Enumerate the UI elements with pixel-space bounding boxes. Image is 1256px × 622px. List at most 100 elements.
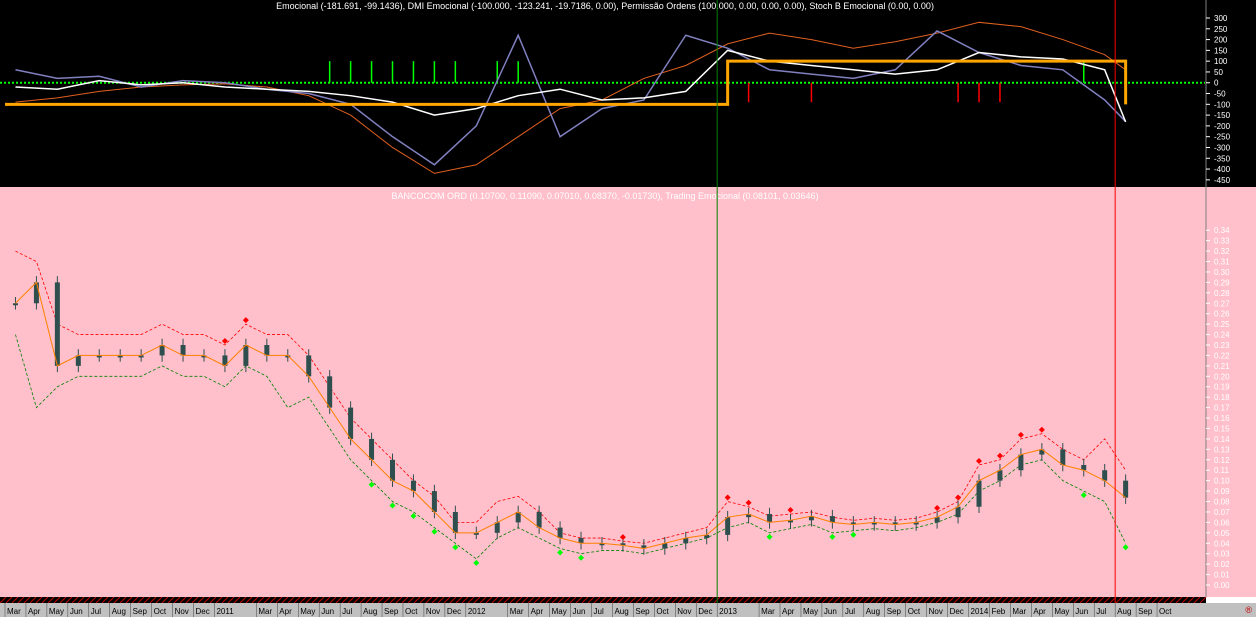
y-tick-label: 0.08 bbox=[1214, 498, 1230, 507]
x-tick-label: Aug bbox=[1117, 607, 1131, 616]
candle-body bbox=[180, 345, 186, 356]
y-tick-label: -300 bbox=[1214, 143, 1231, 152]
x-tick-label: Feb bbox=[991, 607, 1005, 616]
candle-body bbox=[75, 355, 81, 366]
buy-marker bbox=[431, 528, 438, 535]
x-tick-label: Apr bbox=[279, 607, 292, 616]
y-tick-label: 0.31 bbox=[1214, 258, 1230, 267]
y-tick-label: 0.20 bbox=[1214, 372, 1230, 381]
x-tick-label: Oct bbox=[908, 607, 921, 616]
y-tick-label: 0.24 bbox=[1214, 331, 1230, 340]
candle-body bbox=[33, 282, 39, 304]
y-tick-label: 0.21 bbox=[1214, 362, 1230, 371]
y-tick-label: 250 bbox=[1214, 25, 1228, 34]
x-tick-label: May bbox=[49, 607, 64, 616]
y-tick-label: 0.13 bbox=[1214, 445, 1230, 454]
x-tick-label: Apr bbox=[28, 607, 41, 616]
x-tick-label: Sep bbox=[635, 607, 650, 616]
candle-body bbox=[452, 511, 458, 533]
x-tick-label: Sep bbox=[1138, 607, 1153, 616]
x-tick-label: Dec bbox=[447, 607, 461, 616]
candle-body bbox=[159, 345, 165, 356]
buy-marker bbox=[578, 554, 585, 561]
lower-panel-title: BANCOCOM ORD (0.10700, 0.11090, 0.07010,… bbox=[391, 191, 819, 201]
buy-marker bbox=[368, 481, 375, 488]
candle-body bbox=[264, 345, 270, 356]
x-tick-label: Nov bbox=[929, 607, 943, 616]
y-tick-label: 0.11 bbox=[1214, 466, 1230, 475]
x-tick-label: Nov bbox=[677, 607, 691, 616]
x-tick-label: Aug bbox=[363, 607, 377, 616]
x-tick-label: Jul bbox=[1096, 607, 1106, 616]
x-tick-label: Jul bbox=[594, 607, 604, 616]
candle-body bbox=[410, 480, 416, 492]
x-tick-label: Jun bbox=[573, 607, 586, 616]
sell-marker bbox=[724, 494, 731, 501]
y-tick-label: 0.28 bbox=[1214, 289, 1230, 298]
buy-marker bbox=[473, 559, 480, 566]
candle-body bbox=[431, 491, 437, 512]
x-tick-label: 2014 bbox=[971, 607, 989, 616]
upper-panel-title: Emocional (-181.691, -99.1436), DMI Emoc… bbox=[276, 1, 934, 11]
y-tick-label: 0.00 bbox=[1214, 581, 1230, 590]
y-tick-label: 0.07 bbox=[1214, 508, 1230, 517]
y-tick-label: -450 bbox=[1214, 176, 1231, 185]
y-tick-label: 0.29 bbox=[1214, 278, 1230, 287]
y-tick-label: 0.32 bbox=[1214, 247, 1230, 256]
x-tick-label: May bbox=[300, 607, 315, 616]
x-tick-label: 2013 bbox=[719, 607, 737, 616]
price-chart-panel: 0.34 0.33 0.32 0.31 0.30 0.29 0.28 0.27 0.26 0.25… bbox=[0, 187, 1256, 597]
x-tick-label: May bbox=[1054, 607, 1069, 616]
candle-body bbox=[1060, 449, 1066, 465]
y-tick-label: 0.14 bbox=[1214, 435, 1230, 444]
buy-marker bbox=[557, 549, 564, 556]
x-tick-label: Jul bbox=[91, 607, 101, 616]
candle-body bbox=[243, 345, 249, 366]
x-tick-label: Sep bbox=[384, 607, 399, 616]
x-tick-label: Mar bbox=[7, 607, 21, 616]
x-tick-label: Mar bbox=[761, 607, 775, 616]
sell-marker bbox=[242, 317, 249, 324]
candle-body bbox=[306, 355, 312, 377]
y-tick-label: 200 bbox=[1214, 36, 1228, 45]
buy-marker bbox=[850, 531, 857, 538]
y-tick-label: 0 bbox=[1214, 79, 1219, 88]
buy-marker bbox=[452, 544, 459, 551]
lower-band-line bbox=[15, 334, 1126, 560]
y-tick-label: 0.22 bbox=[1214, 351, 1230, 360]
sell-marker bbox=[934, 504, 941, 511]
candle-body bbox=[369, 438, 375, 460]
x-tick-label: 2012 bbox=[468, 607, 486, 616]
y-tick-label: 0.01 bbox=[1214, 571, 1230, 580]
buy-marker bbox=[1080, 492, 1087, 499]
x-tick-label: Dec bbox=[950, 607, 964, 616]
candle-body bbox=[767, 514, 773, 523]
x-tick-label: May bbox=[552, 607, 567, 616]
y-tick-label: 0.27 bbox=[1214, 299, 1230, 308]
x-tick-label: 2011 bbox=[216, 607, 234, 616]
time-axis[interactable]: Mar Apr May Jun Jul Aug Sep Oct Nov Dec 2011 Mar Apr… bbox=[0, 603, 1256, 617]
candle-body bbox=[1018, 454, 1024, 471]
y-tick-label: -200 bbox=[1214, 122, 1231, 131]
x-tick-label: Apr bbox=[531, 607, 544, 616]
y-tick-label: 0.10 bbox=[1214, 477, 1230, 486]
candle-body bbox=[536, 511, 542, 528]
candle-body bbox=[976, 480, 982, 507]
candle-body bbox=[557, 527, 563, 539]
candle-body bbox=[725, 517, 731, 535]
y-tick-label: 0.16 bbox=[1214, 414, 1230, 423]
y-tick-label: 100 bbox=[1214, 57, 1228, 66]
time-axis-labels: Mar Apr May Jun Jul Aug Sep Oct Nov Dec 2011 Mar Apr… bbox=[4, 603, 1172, 617]
emocional-indicator-chart: 300 250 200150 100 50 0 -50-100 -150 -200 -250-30… bbox=[0, 0, 1231, 187]
sell-marker bbox=[955, 494, 962, 501]
y-tick-label: 0.17 bbox=[1214, 404, 1230, 413]
price-candlestick-chart: 0.34 0.330.32 0.310.300.29 0.280.27 0.260.25… bbox=[12, 187, 1230, 597]
scroll-strip[interactable] bbox=[0, 597, 1256, 603]
y-tick-label: 0.23 bbox=[1214, 341, 1230, 350]
x-tick-label: Nov bbox=[426, 607, 440, 616]
corner-mark: ® bbox=[1245, 605, 1252, 615]
x-tick-label: Jun bbox=[70, 607, 83, 616]
y-tick-label: 0.03 bbox=[1214, 550, 1230, 559]
sell-marker bbox=[1017, 431, 1024, 438]
buy-marker bbox=[389, 502, 396, 509]
